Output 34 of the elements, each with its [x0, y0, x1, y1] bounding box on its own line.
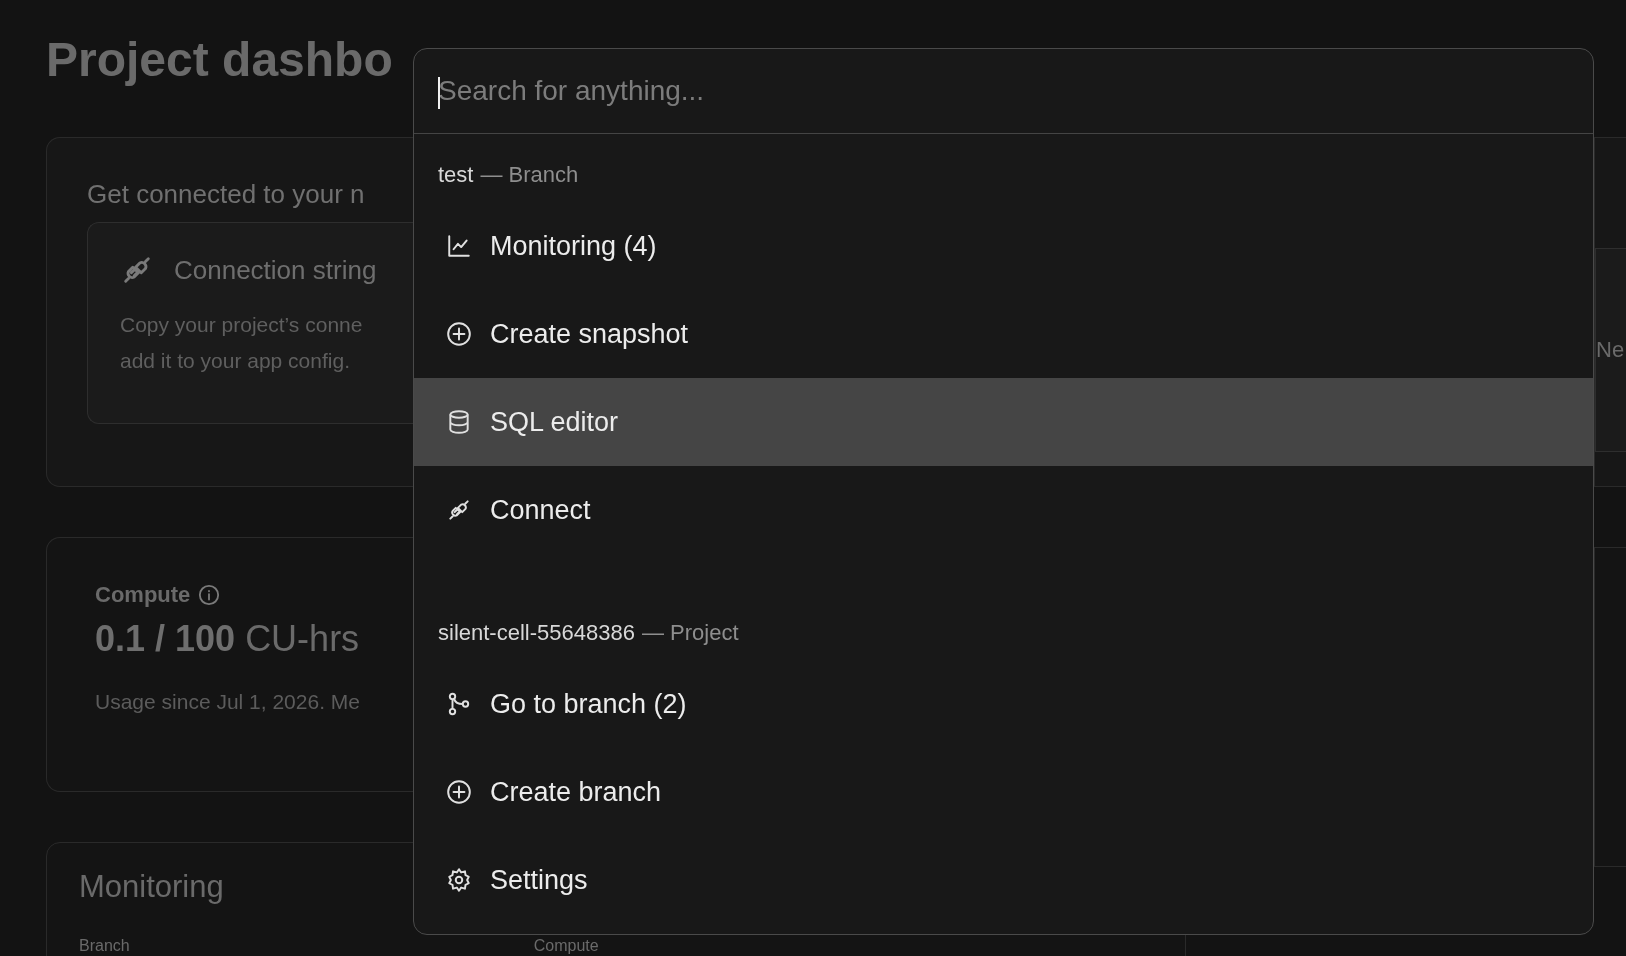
group-name: silent-cell-55648386 [438, 620, 635, 646]
chart-icon [446, 233, 472, 259]
plus-circle-icon [446, 779, 472, 805]
info-icon[interactable] [198, 584, 221, 606]
database-icon [446, 409, 472, 435]
settings-icon [446, 867, 472, 893]
group-type: — Project [641, 620, 739, 646]
usage-value: 0.1 / 100 [95, 618, 236, 660]
search-field[interactable]: Search for anything... [438, 75, 1569, 107]
command-item[interactable]: SQL editor [414, 378, 1593, 466]
command-item[interactable]: Go to branch (2) [414, 660, 1593, 748]
branch-icon [446, 691, 472, 717]
plug-icon [446, 497, 472, 523]
option-title: Connection string [174, 254, 377, 286]
monitoring-title: Monitoring [79, 869, 224, 905]
plus-circle-icon [446, 321, 472, 347]
group-type: — Branch [480, 162, 579, 188]
usage-unit: CU-hrs [245, 618, 360, 660]
group-name: test [438, 162, 474, 188]
command-item[interactable]: Settings [414, 836, 1593, 924]
page-title: Project dashbo [46, 32, 394, 88]
text-cursor [438, 77, 440, 109]
command-item[interactable]: Create snapshot [414, 290, 1593, 378]
option-description: Copy your project’s conne [120, 312, 363, 338]
command-item[interactable]: Create branch [414, 748, 1593, 836]
column-header: Compute [533, 936, 599, 955]
usage-note: Usage since Jul 1, 2026. Me [95, 690, 360, 714]
command-item[interactable]: Connect [414, 466, 1593, 554]
compute-label: Compute [95, 582, 191, 608]
side-text: Ne [1596, 337, 1625, 363]
option-description: add it to your app config. [120, 348, 350, 374]
column-header: Branch [79, 936, 130, 955]
command-item[interactable]: Monitoring (4) [414, 202, 1593, 290]
card-heading: Get connected to your n [87, 178, 365, 210]
